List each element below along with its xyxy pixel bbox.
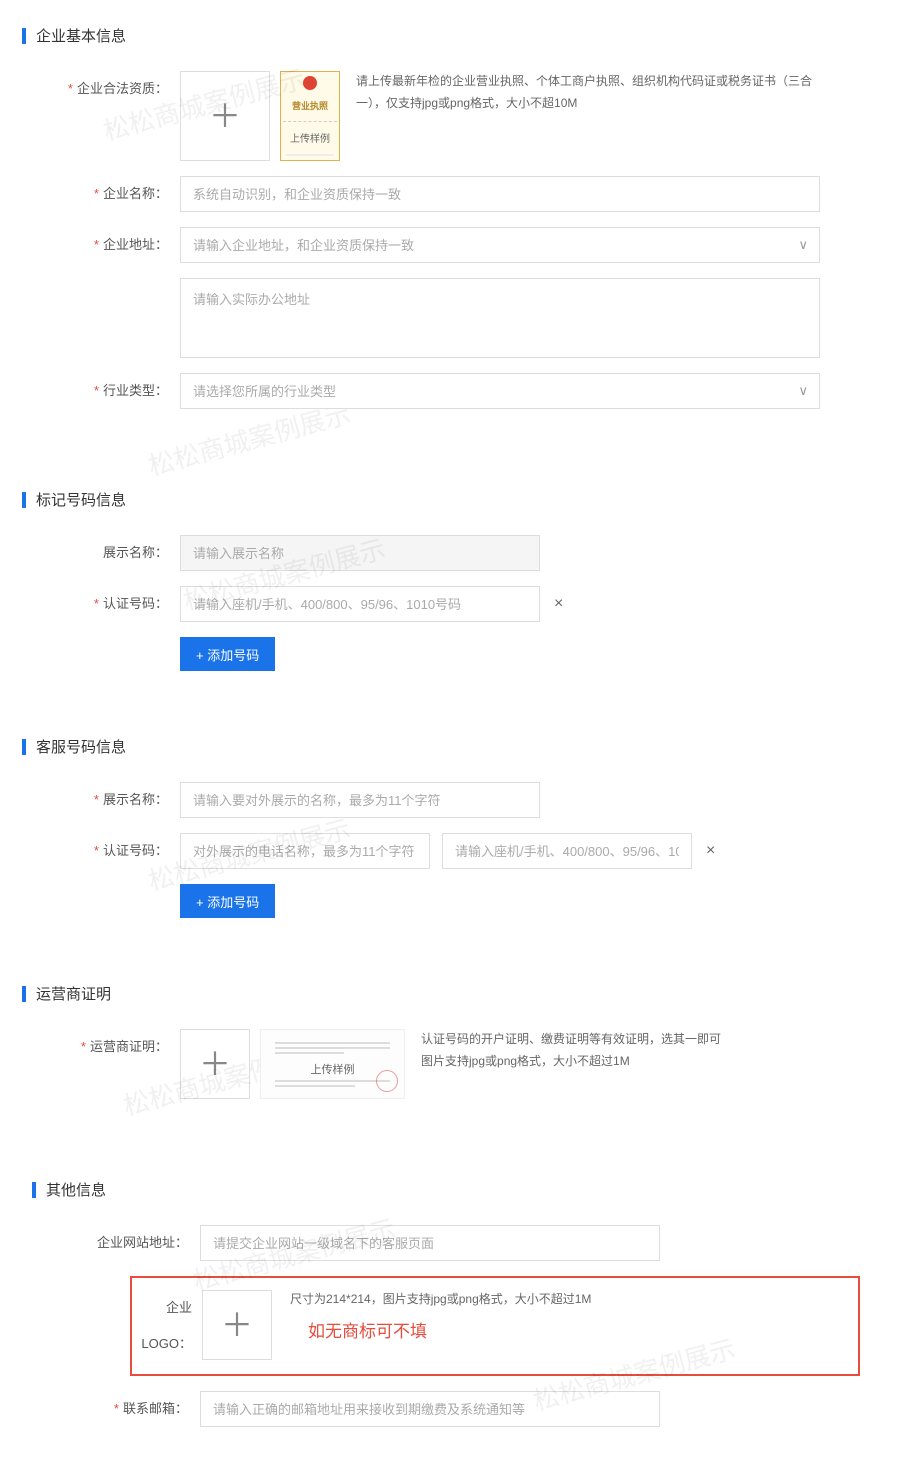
section-header: 企业基本信息 <box>22 25 900 46</box>
label-service-auth: *认证号码： <box>0 833 180 869</box>
row-company-name: *企业名称： <box>0 176 900 212</box>
section-bar-icon <box>22 492 26 508</box>
upload-carrier-proof-button[interactable]: ＋ <box>180 1029 250 1099</box>
row-office-address <box>0 278 900 358</box>
section-mark-number: 标记号码信息 展示名称： *认证号码： × + 添加号码 <box>0 489 900 711</box>
row-company-address: *企业地址： ∨ <box>0 227 900 263</box>
stamp-icon <box>376 1070 398 1092</box>
company-address-select[interactable] <box>180 227 820 263</box>
section-title: 运营商证明 <box>36 983 111 1004</box>
email-input[interactable] <box>200 1391 660 1427</box>
mark-display-name-input[interactable] <box>180 535 540 571</box>
section-header: 运营商证明 <box>22 983 900 1004</box>
row-website: 企业网站地址： <box>0 1225 900 1261</box>
section-bar-icon <box>22 28 26 44</box>
clear-icon[interactable]: × <box>554 586 563 622</box>
mark-auth-number-input[interactable] <box>180 586 540 622</box>
row-license: *企业合法资质： ＋ 营业执照 上传样例 请上传最新年检的企业营业执照、个体工商… <box>0 71 900 161</box>
label-logo: 企业LOGO： <box>132 1290 202 1362</box>
sample-caption: 上传样例 <box>311 1061 355 1077</box>
section-bar-icon <box>32 1182 36 1198</box>
section-service-number: 客服号码信息 *展示名称： *认证号码： × + 添加号码 <box>0 736 900 958</box>
service-auth-name-input[interactable] <box>180 833 430 869</box>
logo-hint-text: 尺寸为214*214，图片支持jpg或png格式，大小不超过1M <box>290 1290 591 1307</box>
upload-license-button[interactable]: ＋ <box>180 71 270 161</box>
service-display-name-input[interactable] <box>180 782 540 818</box>
website-input[interactable] <box>200 1225 660 1261</box>
sample-caption: 上传样例 <box>290 130 330 145</box>
section-other-info: 其他信息 企业网站地址： 企业LOGO： ＋ 尺寸为214*214，图片支持jp… <box>0 1179 900 1482</box>
license-sample-thumbnail[interactable]: 营业执照 上传样例 <box>280 71 340 161</box>
clear-icon[interactable]: × <box>706 833 715 869</box>
row-industry: *行业类型： ∨ <box>0 373 900 409</box>
row-service-display: *展示名称： <box>0 782 900 818</box>
label-mark-auth: *认证号码： <box>0 586 180 622</box>
row-service-auth: *认证号码： × <box>0 833 900 869</box>
office-address-textarea[interactable] <box>180 278 820 358</box>
plus-icon: ＋ <box>221 1309 253 1341</box>
section-bar-icon <box>22 739 26 755</box>
row-email: *联系邮箱： <box>0 1391 900 1427</box>
section-header: 标记号码信息 <box>22 489 900 510</box>
sample-doc-title: 营业执照 <box>292 99 328 112</box>
label-company-name: *企业名称： <box>0 176 180 212</box>
logo-highlight-box: 企业LOGO： ＋ 尺寸为214*214，图片支持jpg或png格式，大小不超过… <box>130 1276 860 1376</box>
section-title: 客服号码信息 <box>36 736 126 757</box>
row-carrier-proof: *运营商证明： ＋ 上传样例 认证号码的开户证明、缴费证明等有效证明，选其一即可… <box>0 1029 900 1099</box>
industry-select[interactable] <box>180 373 820 409</box>
plus-icon: ＋ <box>209 100 241 132</box>
section-carrier-proof: 运营商证明 *运营商证明： ＋ 上传样例 认证号码的开户证明、缴费证明等有效证明… <box>0 983 900 1154</box>
license-hint-text: 请上传最新年检的企业营业执照、个体工商户执照、组织机构代码证或税务证书（三合一）… <box>356 71 836 114</box>
company-name-input[interactable] <box>180 176 820 212</box>
section-title: 企业基本信息 <box>36 25 126 46</box>
label-license: *企业合法资质： <box>0 71 180 161</box>
section-header: 其他信息 <box>32 1179 900 1200</box>
row-mark-display: 展示名称： <box>0 535 900 571</box>
logo-optional-note: 如无商标可不填 <box>308 1317 591 1342</box>
label-email: *联系邮箱： <box>0 1391 200 1427</box>
carrier-hint-text: 认证号码的开户证明、缴费证明等有效证明，选其一即可 图片支持jpg或png格式，… <box>421 1029 721 1072</box>
carrier-sample-thumbnail[interactable]: 上传样例 <box>260 1029 405 1099</box>
label-mark-display: 展示名称： <box>0 535 180 571</box>
section-bar-icon <box>22 986 26 1002</box>
label-industry: *行业类型： <box>0 373 180 409</box>
seal-icon <box>303 76 317 90</box>
label-service-display: *展示名称： <box>0 782 180 818</box>
add-service-number-button[interactable]: + 添加号码 <box>180 884 275 918</box>
label-website: 企业网站地址： <box>0 1225 200 1261</box>
section-header: 客服号码信息 <box>22 736 900 757</box>
label-carrier-proof: *运营商证明： <box>0 1029 180 1099</box>
add-mark-number-button[interactable]: + 添加号码 <box>180 637 275 671</box>
service-auth-number-input[interactable] <box>442 833 692 869</box>
section-title: 标记号码信息 <box>36 489 126 510</box>
plus-icon: ＋ <box>199 1048 231 1080</box>
upload-logo-button[interactable]: ＋ <box>202 1290 272 1360</box>
row-mark-auth: *认证号码： × <box>0 586 900 622</box>
section-title: 其他信息 <box>46 1179 106 1200</box>
section-basic-info: 企业基本信息 *企业合法资质： ＋ 营业执照 上传样例 请上传最新年检的企业营业… <box>0 25 900 464</box>
label-company-address: *企业地址： <box>0 227 180 263</box>
